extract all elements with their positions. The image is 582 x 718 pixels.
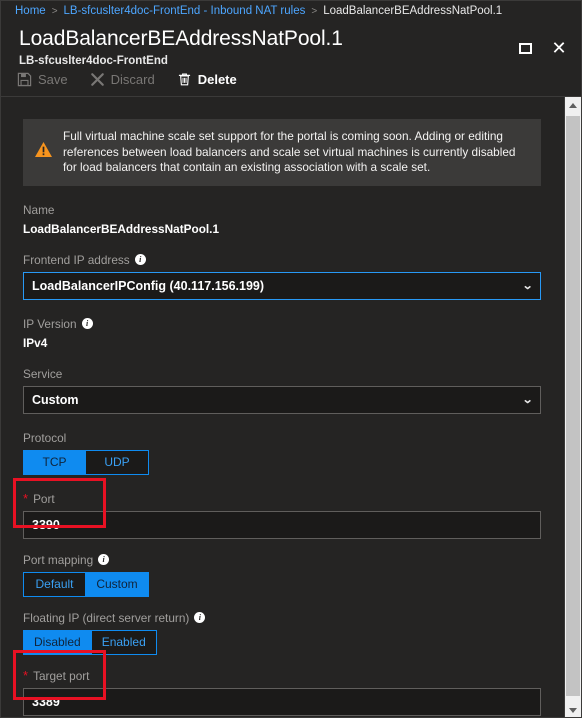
trash-icon (177, 72, 192, 87)
floating-ip-label-text: Floating IP (direct server return) (23, 610, 190, 625)
window-controls: ✕ (515, 38, 569, 58)
info-icon[interactable]: i (194, 612, 206, 623)
breadcrumb-current: LoadBalancerBEAddressNatPool.1 (323, 5, 503, 17)
protocol-option-tcp[interactable]: TCP (23, 449, 86, 475)
scroll-up-button[interactable] (565, 97, 581, 114)
port-mapping-label: Port mapping i (23, 553, 541, 567)
service-label: Service (23, 367, 541, 381)
frontend-ip-label-text: Frontend IP address (23, 252, 130, 267)
target-port-label: * Target port (23, 669, 541, 683)
field-frontend-ip: Frontend IP address i LoadBalancerIPConf… (23, 253, 541, 300)
delete-button[interactable]: Delete (177, 72, 237, 87)
floating-ip-toggle-group: Disabled Enabled (23, 629, 541, 655)
target-port-input[interactable]: 3389 (23, 687, 541, 716)
maximize-icon (518, 42, 532, 54)
info-icon[interactable]: i (134, 254, 146, 265)
required-marker: * (23, 668, 29, 683)
port-value: 3390 (32, 517, 60, 532)
nat-rule-form: Name LoadBalancerBEAddressNatPool.1 Fron… (1, 203, 559, 716)
chevron-up-icon (569, 103, 577, 108)
discard-button[interactable]: Discard (90, 72, 155, 87)
target-port-label-text: Target port (33, 668, 90, 683)
field-floating-ip: Floating IP (direct server return) i Dis… (23, 611, 541, 655)
save-label: Save (38, 72, 68, 87)
frontend-ip-select[interactable]: LoadBalancerIPConfig (40.117.156.199) ⌄ (23, 271, 541, 300)
port-mapping-toggle-group: Default Custom (23, 571, 541, 597)
maximize-button[interactable] (515, 38, 535, 58)
field-target-port: * Target port 3389 (23, 669, 541, 716)
floating-ip-option-disabled[interactable]: Disabled (23, 629, 92, 655)
breadcrumb-home[interactable]: Home (15, 5, 46, 17)
required-marker: * (23, 491, 29, 506)
name-label: Name (23, 203, 541, 217)
field-service: Service Custom ⌄ (23, 367, 541, 414)
target-port-value: 3389 (32, 694, 60, 709)
warning-triangle-icon (34, 141, 53, 163)
save-button[interactable]: Save (17, 72, 68, 87)
page-subtitle: LB-sfcuslter4doc-FrontEnd (19, 55, 168, 67)
warning-text: Full virtual machine scale set support f… (63, 129, 516, 174)
form-scroll-region: Full virtual machine scale set support f… (1, 97, 559, 717)
info-icon[interactable]: i (98, 554, 110, 565)
frontend-ip-label: Frontend IP address i (23, 253, 541, 267)
protocol-label: Protocol (23, 431, 541, 445)
blade-panel: Home > LB-sfcuslter4doc-FrontEnd - Inbou… (0, 0, 582, 718)
scrollbar-thumb[interactable] (566, 116, 580, 696)
service-select[interactable]: Custom ⌄ (23, 385, 541, 414)
ip-version-label-text: IP Version (23, 316, 77, 331)
info-icon[interactable]: i (81, 318, 93, 329)
chevron-down-icon: ⌄ (521, 280, 534, 292)
protocol-label-text: Protocol (23, 430, 67, 445)
port-label: * Port (23, 492, 541, 506)
field-protocol: Protocol TCP UDP (23, 431, 541, 475)
chevron-down-icon (569, 708, 577, 713)
ip-version-value: IPv4 (23, 335, 48, 350)
close-icon: ✕ (551, 38, 567, 58)
breadcrumb-separator-1: > (51, 5, 58, 17)
port-mapping-label-text: Port mapping (23, 552, 94, 567)
breadcrumb: Home > LB-sfcuslter4doc-FrontEnd - Inbou… (1, 1, 581, 21)
field-name: Name LoadBalancerBEAddressNatPool.1 (23, 203, 541, 236)
breadcrumb-parent[interactable]: LB-sfcuslter4doc-FrontEnd - Inbound NAT … (64, 5, 306, 17)
page-title: LoadBalancerBEAddressNatPool.1 (19, 27, 343, 50)
title-bar: LoadBalancerBEAddressNatPool.1 LB-sfcusl… (1, 21, 581, 67)
vertical-scrollbar[interactable] (564, 97, 581, 717)
name-value: LoadBalancerBEAddressNatPool.1 (23, 221, 220, 236)
ip-version-label: IP Version i (23, 317, 541, 331)
name-label-text: Name (23, 202, 55, 217)
floating-ip-option-enabled[interactable]: Enabled (91, 629, 157, 655)
port-mapping-option-default[interactable]: Default (23, 571, 86, 597)
field-port: * Port 3390 (23, 492, 541, 539)
discard-label: Discard (110, 72, 155, 87)
protocol-option-udp[interactable]: UDP (86, 449, 149, 475)
scroll-down-button[interactable] (565, 702, 581, 717)
service-label-text: Service (23, 366, 63, 381)
close-button[interactable]: ✕ (549, 38, 569, 58)
port-label-text: Port (33, 491, 55, 506)
frontend-ip-value: LoadBalancerIPConfig (40.117.156.199) (32, 278, 265, 293)
warning-icon-container (23, 119, 63, 186)
breadcrumb-separator-2: > (311, 5, 318, 17)
field-ip-version: IP Version i IPv4 (23, 317, 541, 350)
floating-ip-label: Floating IP (direct server return) i (23, 611, 541, 625)
command-toolbar: Save Discard Delete (1, 63, 581, 97)
delete-label: Delete (197, 72, 237, 87)
warning-banner: Full virtual machine scale set support f… (23, 119, 541, 186)
save-icon (17, 72, 32, 87)
content-area: Full virtual machine scale set support f… (1, 97, 581, 717)
discard-icon (90, 72, 105, 87)
protocol-toggle-group: TCP UDP (23, 449, 541, 475)
service-value: Custom (32, 392, 79, 407)
port-mapping-option-custom[interactable]: Custom (86, 571, 149, 597)
field-port-mapping: Port mapping i Default Custom (23, 553, 541, 597)
chevron-down-icon: ⌄ (521, 394, 534, 406)
port-input[interactable]: 3390 (23, 510, 541, 539)
